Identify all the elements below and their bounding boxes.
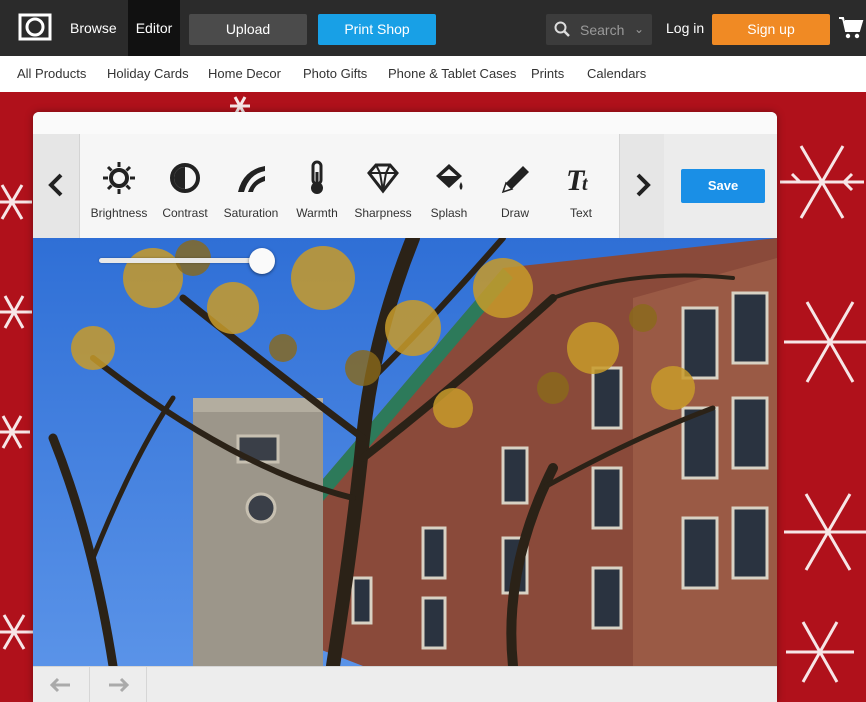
paint-bucket-icon [436, 164, 463, 190]
toolbar-scroll-left-button[interactable] [33, 134, 80, 238]
subnav-holiday-cards[interactable]: Holiday Cards [107, 66, 189, 81]
adjustment-slider-handle[interactable] [249, 248, 275, 274]
photo-editor-panel: Brightness Contrast Saturation Warmth Sh… [33, 112, 777, 702]
saturation-icon [238, 166, 265, 192]
tool-contrast[interactable]: Contrast [152, 134, 218, 238]
tool-list: Brightness Contrast Saturation Warmth Sh… [80, 134, 619, 238]
toolbar-scroll-right-button[interactable] [619, 134, 664, 238]
undo-button[interactable] [33, 667, 90, 702]
search-input[interactable] [578, 20, 636, 40]
upload-button[interactable]: Upload [189, 14, 307, 45]
nav-browse[interactable]: Browse [70, 0, 117, 56]
print-shop-button[interactable]: Print Shop [318, 14, 436, 45]
photo-image [33, 238, 777, 666]
chevron-left-icon [48, 173, 63, 197]
search-icon [554, 21, 570, 37]
tool-label: Brightness [90, 206, 148, 220]
tool-label: Text [569, 206, 592, 220]
tool-sharpness[interactable]: Sharpness [350, 134, 416, 238]
subnav-all-products[interactable]: All Products [17, 66, 86, 81]
redo-button[interactable] [90, 667, 147, 702]
photo-canvas[interactable] [33, 238, 777, 666]
nav-editor[interactable]: Editor [128, 0, 180, 56]
tool-text[interactable]: T t Text [548, 134, 614, 238]
tool-label: Warmth [296, 206, 338, 220]
thermometer-icon [311, 160, 323, 194]
tool-label: Draw [500, 206, 529, 220]
tool-label: Contrast [162, 206, 208, 220]
top-navigation-bar: Browse Editor Upload Print Shop ⌄ Log in… [0, 0, 866, 56]
login-link[interactable]: Log in [666, 0, 704, 56]
pencil-icon [501, 166, 529, 194]
contrast-icon [170, 163, 200, 193]
tool-warmth[interactable]: Warmth [284, 134, 350, 238]
subnav-photo-gifts[interactable]: Photo Gifts [303, 66, 367, 81]
history-bar [33, 666, 777, 702]
product-category-nav: All Products Holiday Cards Home Decor Ph… [0, 56, 866, 92]
undo-icon [50, 677, 70, 693]
brightness-icon [103, 162, 135, 194]
site-logo[interactable] [16, 12, 54, 42]
tool-label: Saturation [223, 206, 279, 220]
cart-icon[interactable] [838, 16, 864, 43]
tool-saturation[interactable]: Saturation [218, 134, 284, 238]
subnav-phone-tablet-cases[interactable]: Phone & Tablet Cases [388, 66, 516, 81]
tool-draw[interactable]: Draw [482, 134, 548, 238]
svg-text:t: t [582, 173, 589, 195]
search-box[interactable]: ⌄ [546, 14, 652, 45]
save-area: Save [664, 134, 777, 238]
adjustment-slider-track[interactable] [99, 258, 263, 263]
tool-brightness[interactable]: Brightness [86, 134, 152, 238]
subnav-prints[interactable]: Prints [531, 66, 564, 81]
text-icon: T t [566, 164, 589, 196]
tool-label: Splash [430, 206, 468, 220]
editor-toolbar: Brightness Contrast Saturation Warmth Sh… [33, 134, 777, 238]
editor-header [33, 112, 777, 135]
tool-splash[interactable]: Splash [416, 134, 482, 238]
chevron-right-icon [636, 173, 651, 197]
chevron-down-icon[interactable]: ⌄ [634, 22, 644, 36]
diamond-icon [367, 163, 399, 194]
tool-label: Sharpness [354, 206, 412, 220]
subnav-home-decor[interactable]: Home Decor [208, 66, 281, 81]
signup-button[interactable]: Sign up [712, 14, 830, 45]
save-button[interactable]: Save [681, 169, 765, 203]
subnav-calendars[interactable]: Calendars [587, 66, 646, 81]
redo-icon [109, 677, 129, 693]
